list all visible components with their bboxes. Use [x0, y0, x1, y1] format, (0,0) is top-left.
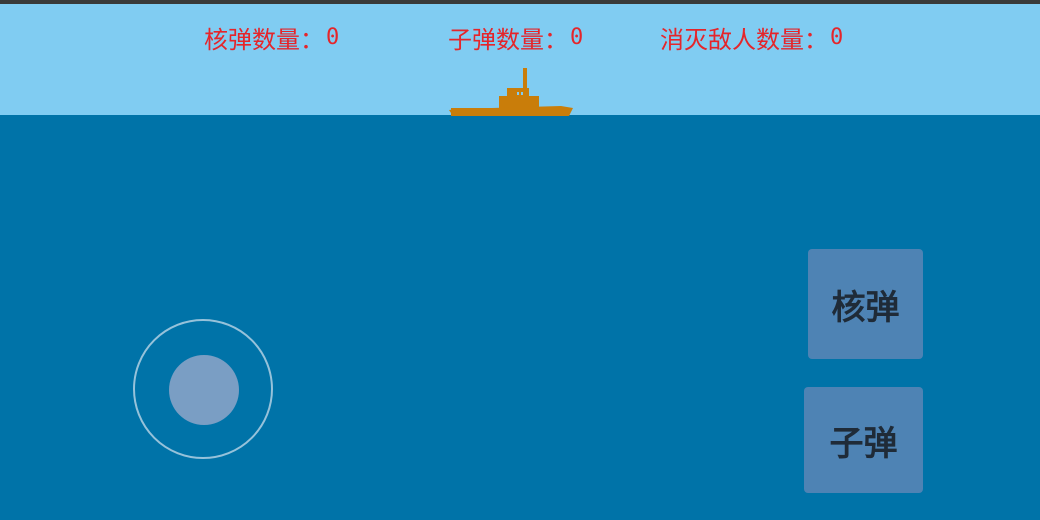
hud-nuke-value: 0 — [326, 24, 340, 50]
bullet-button[interactable]: 子弹 — [804, 387, 923, 493]
hud-kill-label: 消灭敌人数量： — [660, 25, 828, 54]
hud-nuke-label: 核弹数量： — [204, 25, 324, 54]
hud-nuke-count: 核弹数量： 0 — [204, 20, 339, 54]
ship-icon — [449, 66, 573, 116]
hud-bullet-label: 子弹数量： — [448, 25, 568, 54]
joystick-knob[interactable] — [169, 355, 239, 425]
hud-kill-value: 0 — [830, 24, 844, 50]
hud-kill-count: 消灭敌人数量： 0 — [660, 20, 843, 54]
hud-bullet-value: 0 — [570, 24, 584, 50]
hud-bullet-count: 子弹数量： 0 — [448, 20, 583, 54]
nuke-button[interactable]: 核弹 — [808, 249, 923, 359]
joystick[interactable] — [133, 319, 273, 459]
